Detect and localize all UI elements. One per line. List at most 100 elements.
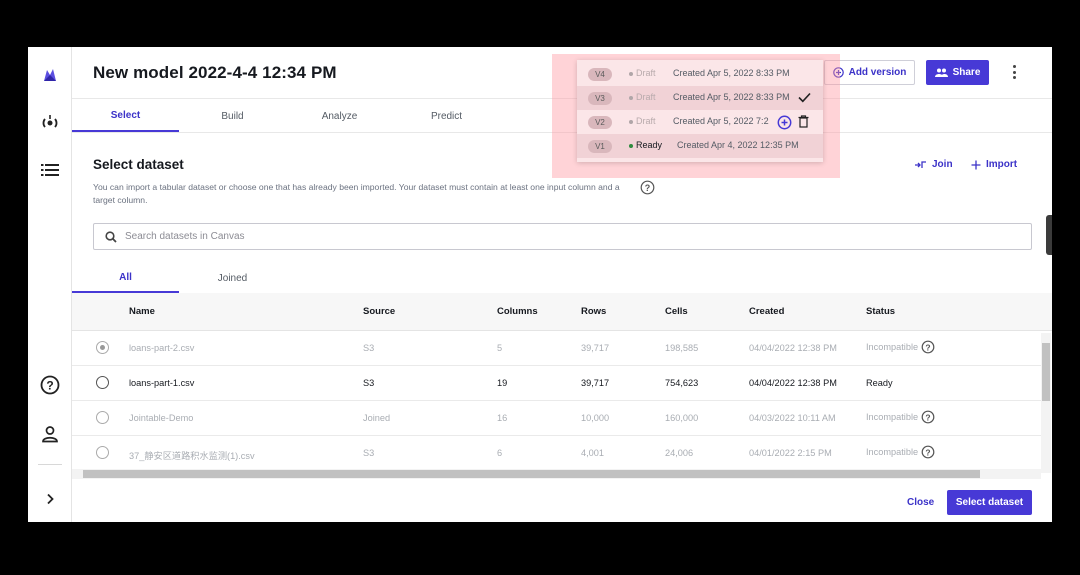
dataset-cells: 24,006: [665, 448, 694, 458]
info-help-icon[interactable]: ?: [921, 340, 935, 354]
table-row[interactable]: 37_静安区道路积水监测(1).csv S3 6 4,001 24,006 04…: [72, 436, 1042, 471]
models-icon[interactable]: [28, 108, 72, 138]
side-panel-handle[interactable]: [1046, 215, 1052, 255]
draft-status-dot: [629, 120, 633, 124]
more-options-icon[interactable]: [1006, 61, 1022, 83]
add-version-copy-icon[interactable]: [777, 115, 792, 130]
join-label: Join: [932, 159, 953, 170]
vertical-scrollbar[interactable]: [1041, 333, 1051, 473]
subtab-joined[interactable]: Joined: [179, 264, 286, 293]
add-version-label: Add version: [848, 67, 907, 78]
dataset-created: 04/04/2022 12:38 PM: [749, 378, 837, 388]
tab-build[interactable]: Build: [179, 100, 286, 132]
column-header-rows[interactable]: Rows: [581, 306, 606, 317]
search-box[interactable]: [93, 223, 1032, 250]
user-profile-icon[interactable]: [28, 419, 72, 449]
column-header-source[interactable]: Source: [363, 306, 395, 317]
dataset-columns: 6: [497, 448, 503, 458]
version-badge: V3: [588, 92, 612, 105]
info-help-icon[interactable]: ?: [921, 410, 935, 424]
svg-text:?: ?: [925, 342, 930, 352]
row-radio-button[interactable]: [96, 376, 109, 389]
dataset-created: 04/01/2022 2:15 PM: [749, 448, 832, 458]
expand-chevron-right-icon[interactable]: [28, 484, 72, 514]
model-title: New model 2022-4-4 12:34 PM: [93, 63, 337, 82]
import-label: Import: [986, 159, 1018, 170]
version-item[interactable]: V1 Ready Created Apr 4, 2022 12:35 PM: [577, 134, 823, 158]
version-state: Draft: [636, 116, 656, 126]
version-dropdown: V4 Draft Created Apr 5, 2022 8:33 PM V3 …: [577, 60, 823, 162]
svg-text:?: ?: [645, 183, 651, 193]
select-dataset-button[interactable]: Select dataset: [947, 490, 1032, 515]
canvas-app-window: ? New model 2022-4-4 12:34 PM Add versio…: [28, 47, 1052, 522]
dataset-cells: 754,623: [665, 378, 699, 388]
svg-text:?: ?: [925, 412, 930, 422]
dataset-columns: 5: [497, 343, 503, 353]
dataset-cells: 198,585: [665, 343, 699, 353]
row-radio-button[interactable]: [96, 411, 109, 424]
search-icon: [105, 230, 117, 243]
version-state: Ready: [636, 140, 663, 150]
dataset-status: Incompatible ?: [866, 340, 935, 354]
column-header-cells[interactable]: Cells: [665, 306, 688, 317]
horizontal-scrollbar[interactable]: [72, 469, 1041, 479]
dataset-cells: 160,000: [665, 413, 699, 423]
column-header-created[interactable]: Created: [749, 306, 784, 317]
tab-predict[interactable]: Predict: [393, 100, 500, 132]
dataset-columns: 19: [497, 378, 508, 388]
version-badge: V2: [588, 116, 612, 129]
status-text: Incompatible: [866, 342, 919, 352]
rail-divider: [38, 464, 62, 465]
vertical-scrollbar-thumb[interactable]: [1042, 343, 1050, 401]
ready-status-dot: [629, 144, 633, 148]
dataset-name: loans-part-1.csv: [129, 378, 195, 388]
dataset-rows: 39,717: [581, 378, 610, 388]
version-state: Draft: [636, 68, 656, 78]
help-icon[interactable]: ?: [28, 370, 72, 400]
draft-status-dot: [629, 96, 633, 100]
subtab-all[interactable]: All: [72, 264, 179, 293]
column-header-name[interactable]: Name: [129, 306, 155, 317]
dataset-name: 37_静安区道路积水监测(1).csv: [129, 451, 255, 461]
version-item[interactable]: V3 Draft Created Apr 5, 2022 8:33 PM: [577, 86, 823, 110]
table-row[interactable]: loans-part-1.csv S3 19 39,717 754,623 04…: [72, 366, 1042, 401]
close-button[interactable]: Close: [907, 497, 934, 508]
tab-select[interactable]: Select: [72, 100, 179, 132]
search-input[interactable]: [125, 231, 1005, 242]
dataset-status: Ready: [866, 378, 893, 388]
version-item[interactable]: V2 Draft Created Apr 5, 2022 7:2: [577, 110, 823, 134]
version-state: Draft: [636, 92, 656, 102]
import-button[interactable]: Import: [971, 159, 1017, 170]
horizontal-scrollbar-thumb[interactable]: [83, 470, 980, 478]
tab-analyze[interactable]: Analyze: [286, 100, 393, 132]
column-header-status[interactable]: Status: [866, 306, 895, 317]
delete-trash-icon[interactable]: [798, 115, 809, 128]
datasets-list-icon[interactable]: [28, 155, 72, 185]
join-button[interactable]: Join: [914, 159, 953, 170]
table-row[interactable]: loans-part-2.csv S3 5 39,717 198,585 04/…: [72, 331, 1042, 366]
help-icon[interactable]: ?: [640, 180, 655, 200]
version-badge: V4: [588, 68, 612, 81]
version-item[interactable]: V4 Draft Created Apr 5, 2022 8:33 PM: [577, 62, 823, 86]
table-row[interactable]: Jointable-Demo Joined 16 10,000 160,000 …: [72, 401, 1042, 436]
share-button[interactable]: Share: [926, 60, 989, 85]
checkmark-icon: [798, 92, 811, 103]
info-help-icon[interactable]: ?: [921, 445, 935, 459]
dataset-columns: 16: [497, 413, 508, 423]
svg-text:?: ?: [925, 447, 930, 457]
dataset-source: S3: [363, 378, 375, 388]
version-created: Created Apr 4, 2022 12:35 PM: [677, 140, 799, 150]
column-header-columns[interactable]: Columns: [497, 306, 538, 317]
row-radio-button[interactable]: [96, 341, 109, 354]
row-radio-button[interactable]: [96, 446, 109, 459]
status-text: Incompatible: [866, 447, 919, 457]
draft-status-dot: [629, 72, 633, 76]
version-created: Created Apr 5, 2022 7:2: [673, 116, 769, 126]
dataset-source: S3: [363, 448, 375, 458]
version-created: Created Apr 5, 2022 8:33 PM: [673, 68, 790, 78]
section-description: You can import a tabular dataset or choo…: [93, 182, 620, 205]
status-text: Incompatible: [866, 412, 919, 422]
canvas-logo-icon[interactable]: [28, 60, 72, 90]
dataset-rows: 10,000: [581, 413, 610, 423]
dataset-source: Joined: [363, 413, 391, 423]
